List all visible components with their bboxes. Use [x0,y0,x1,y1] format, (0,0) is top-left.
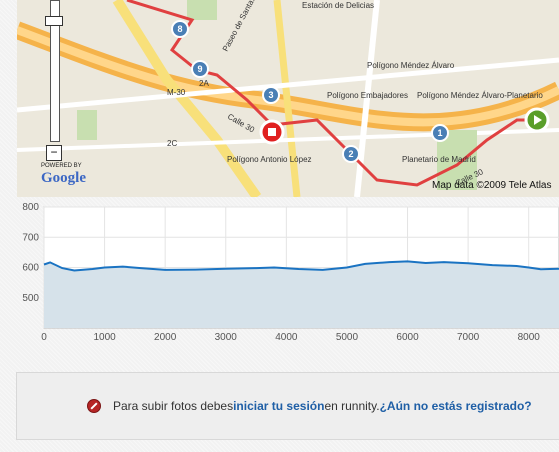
login-link[interactable]: iniciar tu sesión [233,399,324,413]
route-map[interactable]: Paseo de Santa... Estación de Delicias M-3… [17,0,559,197]
km-marker-label: 3 [268,90,273,100]
powered-by-label: POWERED BY [41,163,82,169]
zoom-handle[interactable] [45,16,63,26]
elevation-area [44,261,559,328]
km-marker-label: 1 [437,128,442,138]
x-tick-label: 1000 [93,332,116,343]
y-tick-label: 600 [22,263,39,274]
zoom-out-button[interactable]: − [46,145,62,161]
y-tick-label: 700 [22,232,39,243]
notice-text-before: Para subir fotos debes [113,399,234,413]
x-tick-label: 8000 [518,332,541,343]
street-label: Calle 30 [226,112,256,135]
street-label: Estación de Delicias [302,1,374,10]
street-label: 2C [167,139,177,148]
x-tick-label: 0 [41,332,47,343]
street-label: Polígono Méndez Álvaro-Planetario [417,91,543,100]
x-tick-label: 5000 [336,332,359,343]
forbidden-icon [87,399,101,413]
street-label: Polígono Méndez Álvaro [367,61,455,70]
x-tick-label: 7000 [457,332,480,343]
street-label: Paseo de Santa... [221,0,259,53]
x-tick-label: 6000 [396,332,419,343]
street-label: Planetario de Madrid [402,155,476,164]
stop-icon [268,128,276,136]
street-label: Polígono Antonio López [227,155,312,164]
y-tick-label: 500 [22,293,39,304]
login-notice: Para subir fotos debes iniciar tu sesión… [16,372,559,440]
km-marker-label: 9 [197,64,202,74]
elevation-chart: 8007006005000 1000 2000 3000 4000 5000 6000 700… [22,202,559,343]
notice-text-middle: en runnity. [324,399,380,413]
x-tick-label: 4000 [275,332,298,343]
zoom-slider[interactable]: − [45,0,63,161]
x-tick-label: 3000 [215,332,238,343]
km-marker-label: 2 [348,149,353,159]
street-label: Polígono Embajadores [327,91,408,100]
km-marker-label: 8 [177,24,182,34]
google-logo[interactable]: Google [41,170,86,187]
map-data-credit: Map data ©2009 Tele Atlas [432,180,552,191]
register-link[interactable]: ¿Aún no estás registrado? [380,399,532,413]
x-tick-label: 2000 [154,332,177,343]
y-tick-label: 800 [22,202,39,213]
street-label: M-30 [167,88,186,97]
street-label: 2A [199,79,209,88]
